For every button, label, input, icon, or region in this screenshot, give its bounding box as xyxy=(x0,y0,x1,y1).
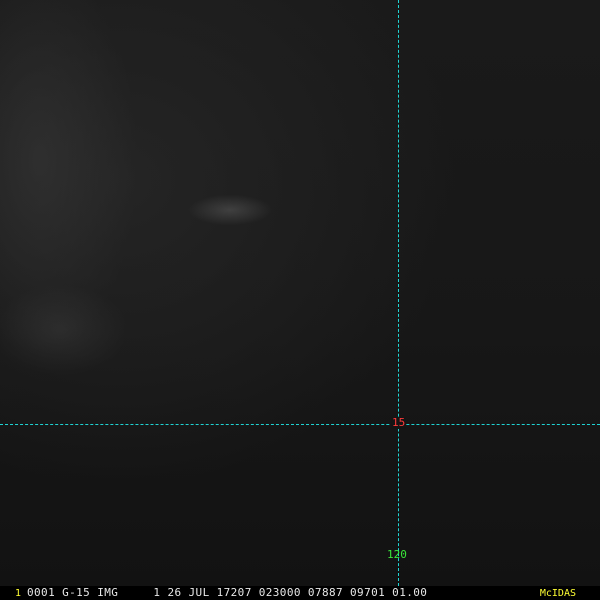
latitude-label: 15 xyxy=(391,416,407,429)
mcidas-brand-label: McIDAS xyxy=(539,588,576,599)
satellite-image-frame: 15 120 1 0001 G-15 IMG 1 26 JUL 17207 02… xyxy=(0,0,600,600)
longitude-gridline xyxy=(398,0,399,586)
image-info-text: 0001 G-15 IMG 1 26 JUL 17207 023000 0788… xyxy=(27,586,428,599)
status-bar: 1 0001 G-15 IMG 1 26 JUL 17207 023000 07… xyxy=(0,586,600,600)
longitude-label: 120 xyxy=(387,548,407,561)
frame-number: 1 xyxy=(15,588,22,599)
latitude-gridline xyxy=(0,424,600,425)
